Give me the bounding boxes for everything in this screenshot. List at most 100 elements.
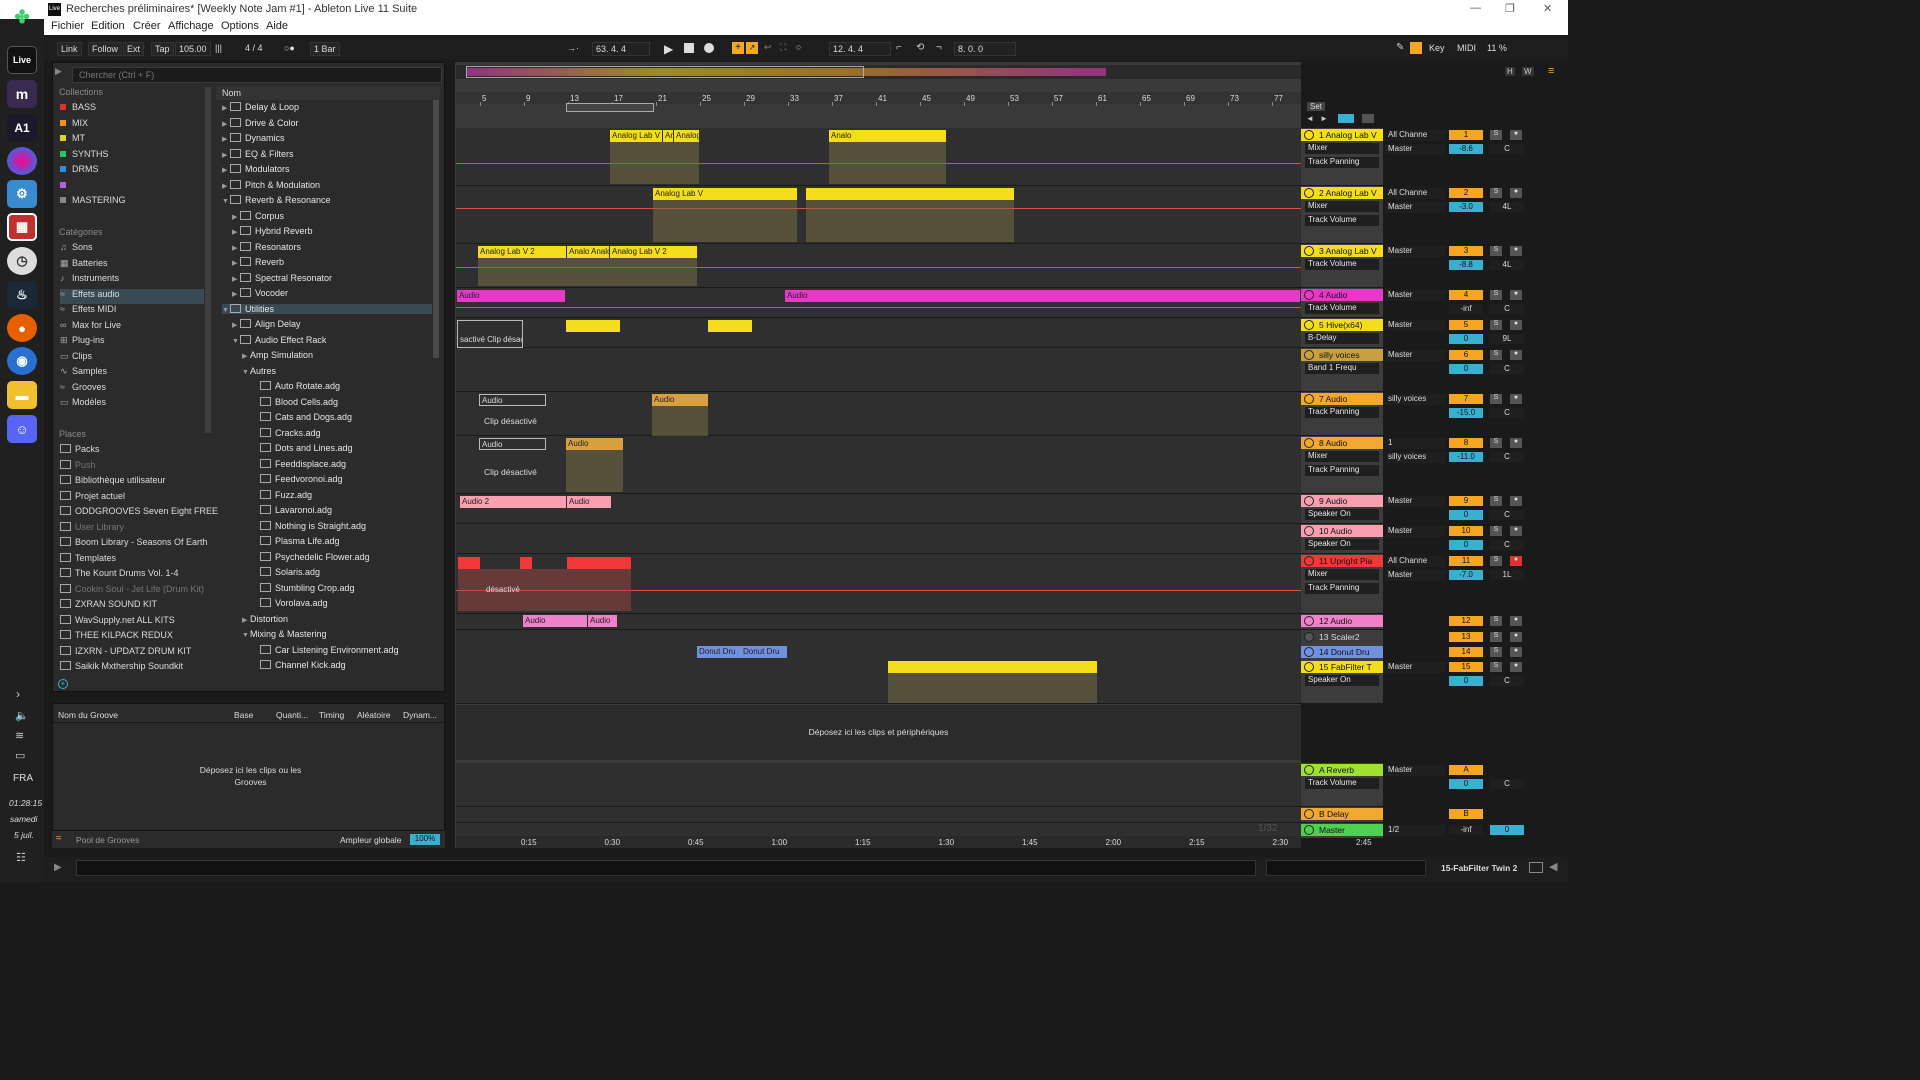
device-chooser[interactable]: Track Volume: [1305, 259, 1379, 270]
control-chooser[interactable]: Track Panning: [1305, 465, 1379, 476]
clip[interactable]: Analog Lab V: [663, 130, 673, 142]
pan-field[interactable]: C: [1490, 452, 1524, 462]
volume-field[interactable]: -inf: [1449, 304, 1483, 314]
track-lane[interactable]: [456, 348, 1301, 392]
browser-item[interactable]: Solaris.adg: [252, 567, 320, 577]
menu-edition[interactable]: Edition: [91, 20, 125, 32]
return-activator[interactable]: -inf: [1449, 825, 1483, 835]
clip[interactable]: [566, 320, 620, 332]
output-chooser[interactable]: silly voices: [1385, 394, 1445, 405]
pan-field[interactable]: C: [1490, 408, 1524, 418]
loop-brace[interactable]: [566, 103, 654, 112]
solo-button[interactable]: S: [1490, 246, 1502, 256]
place-item[interactable]: Saikik Mxthership Soundkit: [60, 661, 183, 676]
back-to-arrangement-icon[interactable]: ↩: [764, 42, 772, 53]
clip[interactable]: Donut Dru: [741, 646, 787, 658]
volume-field[interactable]: 0: [1490, 825, 1524, 835]
pan-field[interactable]: C: [1490, 144, 1524, 154]
collection-item[interactable]: MIX: [60, 118, 88, 133]
pan-field[interactable]: 1L: [1490, 570, 1524, 580]
arm-button[interactable]: ●: [1510, 496, 1522, 506]
browser-item[interactable]: Dots and Lines.adg: [252, 443, 353, 453]
place-item[interactable]: Packs: [60, 444, 100, 459]
arm-button[interactable]: ●: [1510, 647, 1522, 657]
solo-button[interactable]: S: [1490, 632, 1502, 642]
control-chooser[interactable]: Track Panning: [1305, 583, 1379, 594]
stop-icon[interactable]: [684, 43, 694, 53]
chevron-icon[interactable]: ▶: [222, 120, 230, 128]
pan-field[interactable]: 4L: [1490, 260, 1524, 270]
device-chooser[interactable]: Track Volume: [1305, 303, 1379, 314]
clover-app-icon[interactable]: ✤: [7, 3, 37, 31]
groove-col-base[interactable]: Base: [234, 710, 253, 720]
output-chooser[interactable]: Master: [1385, 290, 1445, 301]
category-item[interactable]: ≈ Effets audio: [60, 288, 204, 304]
browser-toggle-icon[interactable]: ▶: [55, 66, 62, 77]
return-name[interactable]: Master: [1303, 825, 1381, 837]
record-icon[interactable]: [704, 43, 714, 53]
clip[interactable]: Audio: [567, 496, 611, 508]
pan-field[interactable]: C: [1490, 364, 1524, 374]
ext-button[interactable]: Ext: [123, 42, 145, 56]
grid-app-icon[interactable]: ▦: [7, 213, 37, 241]
track-name[interactable]: 14 Donut Dru: [1303, 647, 1381, 659]
volume-field[interactable]: 0: [1449, 676, 1483, 686]
volume-field[interactable]: -15.0: [1449, 408, 1483, 418]
return-activator[interactable]: A: [1449, 765, 1483, 775]
track-activator[interactable]: 7: [1449, 394, 1483, 404]
pan-field[interactable]: 4L: [1490, 202, 1524, 212]
output-chooser[interactable]: Master: [1385, 526, 1445, 537]
blue-app-icon[interactable]: ◉: [7, 347, 37, 375]
solo-button[interactable]: S: [1490, 350, 1502, 360]
category-item[interactable]: ♪ Instruments: [60, 273, 119, 288]
place-item[interactable]: Push: [60, 459, 96, 475]
search-input[interactable]: Chercher (Ctrl + F): [72, 67, 442, 83]
device-chooser[interactable]: Mixer: [1305, 569, 1379, 580]
clip[interactable]: Audio: [588, 615, 617, 627]
arm-button[interactable]: ●: [1510, 556, 1522, 566]
quantize-select[interactable]: 1 Bar: [310, 42, 340, 56]
arm-button[interactable]: ●: [1510, 662, 1522, 672]
clip[interactable]: Analog Lab V: [653, 188, 797, 200]
category-item[interactable]: ▦ Batteries: [60, 258, 108, 273]
place-item[interactable]: Boom Library - Seasons Of Earth: [60, 537, 208, 552]
input-chooser[interactable]: All Channe: [1385, 130, 1445, 141]
minimize-icon[interactable]: —: [1470, 2, 1481, 14]
clip[interactable]: Analog Lab V 2: [610, 246, 697, 258]
menu-aide[interactable]: Aide: [266, 20, 288, 32]
volume-field[interactable]: 0: [1449, 540, 1483, 550]
track-name[interactable]: 3 Analog Lab V: [1303, 246, 1381, 258]
position-field[interactable]: 63. 4. 4: [592, 42, 650, 56]
groove-col-dynamics[interactable]: Dynam...: [403, 710, 437, 720]
chevron-icon[interactable]: ▶: [232, 321, 240, 329]
track-name[interactable]: 5 Hive(x64): [1303, 320, 1381, 332]
wifi-icon[interactable]: ≋: [15, 729, 24, 742]
solo-button[interactable]: S: [1490, 496, 1502, 506]
track-name[interactable]: 9 Audio: [1303, 496, 1381, 508]
clip[interactable]: [520, 557, 532, 569]
clip[interactable]: [888, 661, 1097, 673]
place-item[interactable]: Cookin Soul - Jet Life (Drum Kit): [60, 583, 204, 599]
m-app-icon[interactable]: m: [7, 80, 37, 108]
arm-button[interactable]: ●: [1510, 320, 1522, 330]
arm-button[interactable]: ●: [1510, 290, 1522, 300]
chevron-icon[interactable]: ▶: [222, 135, 230, 143]
category-item[interactable]: ▭ Modèles: [60, 397, 106, 412]
metro-toggle-icon[interactable]: ○●: [281, 42, 298, 56]
pan-field[interactable]: C: [1490, 510, 1524, 520]
clip[interactable]: Donut Dru: [697, 646, 741, 658]
firefox-icon[interactable]: ●: [7, 314, 37, 342]
arm-button[interactable]: ●: [1510, 632, 1522, 642]
device-chooser[interactable]: Speaker On: [1305, 509, 1379, 520]
groove-drop-zone[interactable]: Déposez ici les clips ou les Grooves: [193, 764, 308, 788]
track-activator[interactable]: 11: [1449, 556, 1483, 566]
browser-item[interactable]: Feeddisplace.adg: [252, 458, 346, 469]
input-chooser[interactable]: 1: [1385, 438, 1445, 449]
close-icon[interactable]: ✕: [1543, 2, 1552, 15]
chevron-icon[interactable]: ▶: [222, 104, 230, 112]
volume-field[interactable]: 0: [1449, 779, 1483, 789]
browser-item[interactable]: ▶ Hybrid Reverb: [232, 226, 313, 236]
overdub-icon[interactable]: +: [732, 42, 744, 54]
browser-item[interactable]: Psychedelic Flower.adg: [252, 551, 370, 562]
browser-item[interactable]: ▶ Pitch & Modulation: [222, 179, 320, 190]
